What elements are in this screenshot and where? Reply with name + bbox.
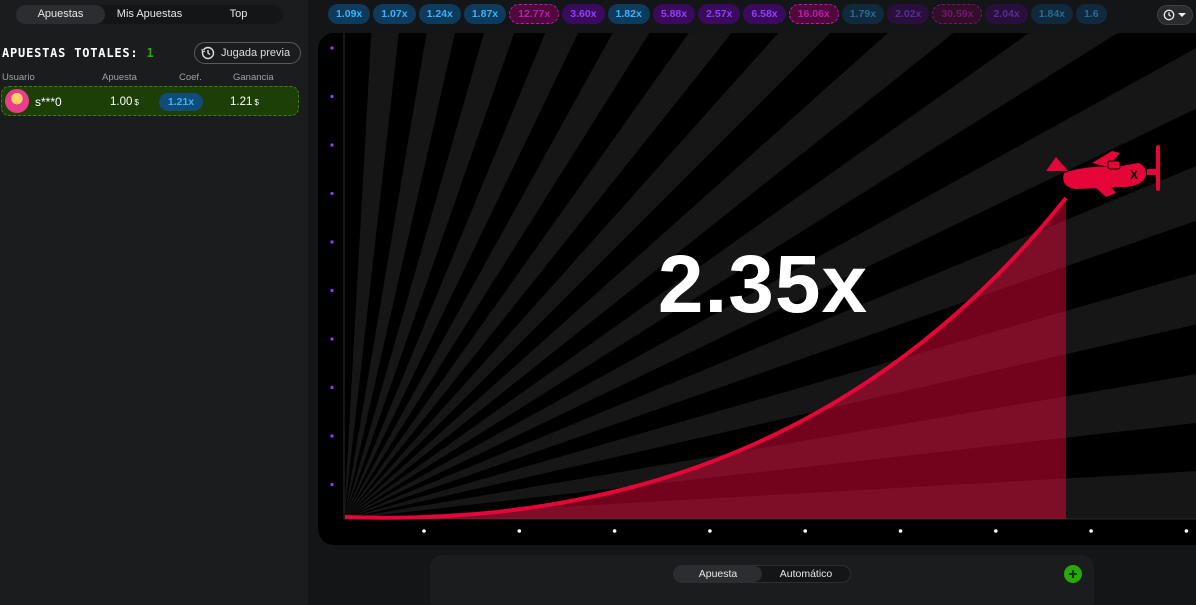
currency-symbol: $ — [134, 98, 139, 107]
bets-tabs: Apuestas Mis Apuestas Top — [16, 5, 283, 24]
history-chip[interactable]: 5.88x — [652, 4, 696, 24]
bet-win: 1.21 $ — [230, 96, 259, 108]
history-chip[interactable]: 1.07x — [373, 4, 416, 24]
current-multiplier: 2.35x — [657, 239, 869, 330]
bet-amount: 1.00 $ — [110, 96, 139, 108]
total-bets: APUESTAS TOTALES: 1 — [2, 46, 154, 60]
x-axis-dot — [1184, 529, 1189, 533]
bet-user: s***0 — [35, 95, 62, 109]
add-bet-panel-button[interactable] — [1064, 565, 1082, 583]
column-user: Usuario — [2, 72, 35, 83]
history-chip[interactable]: 16.06x — [788, 4, 839, 24]
history-chip[interactable]: 30.59x — [932, 4, 983, 24]
column-bet: Apuesta — [102, 72, 137, 83]
column-coef: Coef. — [179, 72, 202, 83]
x-axis-dot — [1089, 529, 1093, 533]
history-chip[interactable]: 1.79x — [841, 4, 885, 24]
history-chip[interactable]: 1.82x — [607, 4, 650, 24]
bet-panel: Apuesta Automático — [430, 555, 1094, 605]
x-axis-dot — [517, 529, 522, 533]
tab-apuestas[interactable]: Apuestas — [16, 5, 105, 24]
y-axis-dot — [330, 337, 334, 341]
x-axis-dot — [803, 529, 807, 533]
history-chip[interactable]: 12.77x — [509, 4, 560, 24]
history-icon — [1163, 9, 1175, 21]
total-bets-count: 1 — [146, 46, 155, 60]
history-chip[interactable]: 6.58x — [743, 4, 786, 24]
history-toggle-button[interactable] — [1157, 5, 1193, 25]
tab-mis-apuestas[interactable]: Mis Apuestas — [105, 5, 194, 24]
history-chip[interactable]: 2.02x — [887, 4, 930, 24]
bet-mode-tabs: Apuesta Automático — [673, 565, 851, 583]
bet-coef-badge: 1.21x — [159, 93, 203, 111]
bet-amount-value: 1.00 — [110, 96, 133, 108]
history-chip[interactable]: 3.60x — [562, 4, 605, 24]
x-axis-dot — [994, 529, 998, 533]
y-axis-dot — [330, 385, 334, 390]
tab-apuesta[interactable]: Apuesta — [674, 566, 762, 582]
y-axis-dot — [330, 143, 334, 147]
column-win: Ganancia — [233, 72, 274, 83]
history-icon — [201, 46, 215, 60]
bet-win-value: 1.21 — [230, 96, 253, 108]
total-bets-label: APUESTAS TOTALES: — [2, 46, 139, 60]
x-axis-dot — [422, 529, 426, 533]
y-axis-dot — [330, 191, 334, 196]
avatar — [5, 89, 29, 113]
history-chip[interactable]: 1.6 — [1076, 4, 1107, 24]
multiplier-history: 1.09x 1.07x 1.24x 1.87x 12.77x 3.60x 1.82x 5.88… — [328, 4, 1152, 26]
y-axis-dot — [330, 46, 334, 50]
tab-top[interactable]: Top — [194, 5, 283, 24]
x-axis-dot — [708, 529, 712, 533]
bets-sidebar: Apuestas Mis Apuestas Top APUESTAS TOTAL… — [0, 0, 308, 605]
history-chip[interactable]: 1.24x — [418, 4, 461, 24]
x-axis-dots — [422, 529, 1189, 533]
x-axis-dot — [898, 529, 903, 533]
app-root: Apuestas Mis Apuestas Top APUESTAS TOTAL… — [0, 0, 1196, 605]
x-axis-dot — [612, 529, 617, 533]
bet-row: s***0 1.00 $ 1.21x 1.21 $ — [1, 86, 299, 116]
history-chip[interactable]: 1.09x — [328, 4, 371, 24]
tab-automatico[interactable]: Automático — [762, 566, 850, 582]
y-axis-dot — [330, 434, 334, 438]
previous-round-button[interactable]: Jugada previa — [194, 42, 301, 64]
plus-icon — [1069, 570, 1077, 578]
previous-round-label: Jugada previa — [221, 47, 291, 59]
history-chip[interactable]: 1.87x — [463, 4, 507, 24]
history-chip[interactable]: 1.84x — [1030, 4, 1074, 24]
y-axis-dot — [330, 482, 334, 487]
chevron-down-icon — [1178, 13, 1186, 17]
history-chip[interactable]: 2.04x — [985, 4, 1028, 24]
svg-text:X: X — [1130, 168, 1138, 182]
currency-symbol: $ — [254, 98, 259, 107]
history-chip[interactable]: 2.57x — [698, 4, 741, 24]
y-axis-dot — [330, 94, 334, 99]
